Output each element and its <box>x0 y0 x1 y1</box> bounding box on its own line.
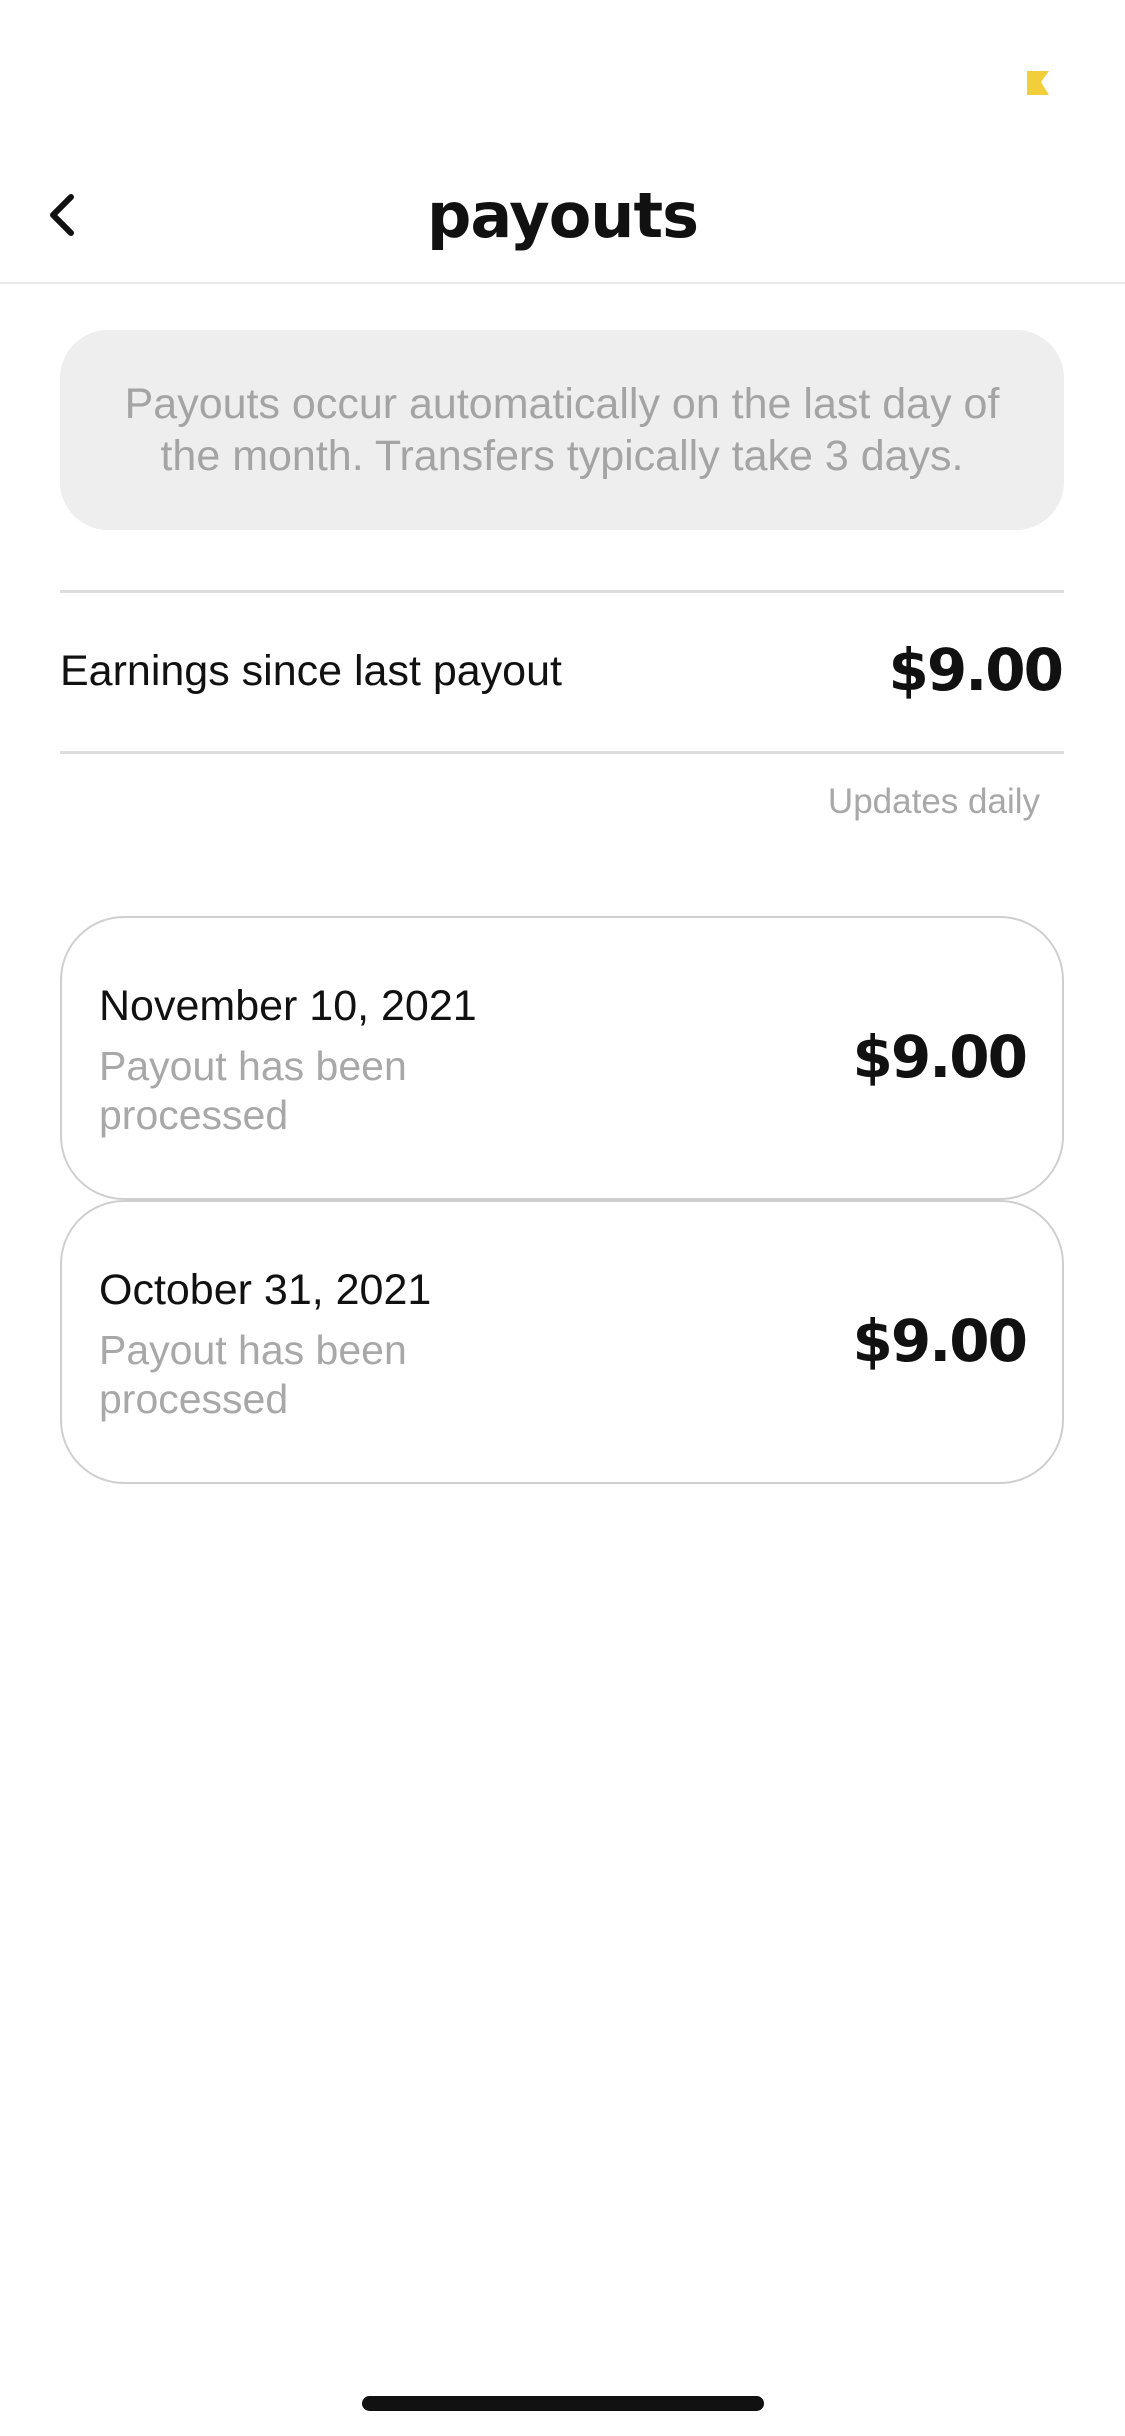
payout-card[interactable]: November 10, 2021 Payout has been proces… <box>60 916 1064 1200</box>
status-bar <box>0 0 1125 150</box>
page-title: payouts <box>426 179 699 252</box>
payout-amount: $9.00 <box>852 1307 1028 1375</box>
info-banner: Payouts occur automatically on the last … <box>60 330 1064 530</box>
earnings-row: Earnings since last payout $9.00 <box>60 590 1064 754</box>
navigation-header: payouts <box>0 150 1125 284</box>
payout-card[interactable]: October 31, 2021 Payout has been process… <box>60 1200 1064 1484</box>
earnings-amount: $9.00 <box>888 636 1064 704</box>
payouts-screen: payouts Payouts occur automatically on t… <box>0 0 1125 2436</box>
payout-date: November 10, 2021 <box>99 982 477 1030</box>
info-banner-text: Payouts occur automatically on the last … <box>124 380 1000 480</box>
updates-note: Updates daily <box>827 782 1040 821</box>
home-indicator <box>362 2396 764 2411</box>
payout-status: Payout has been processed <box>99 1327 407 1422</box>
payout-amount: $9.00 <box>852 1023 1028 1091</box>
payout-status: Payout has been processed <box>99 1043 407 1138</box>
flag-icon <box>1027 71 1049 95</box>
payout-date: October 31, 2021 <box>99 1266 432 1314</box>
earnings-label: Earnings since last payout <box>60 647 562 695</box>
